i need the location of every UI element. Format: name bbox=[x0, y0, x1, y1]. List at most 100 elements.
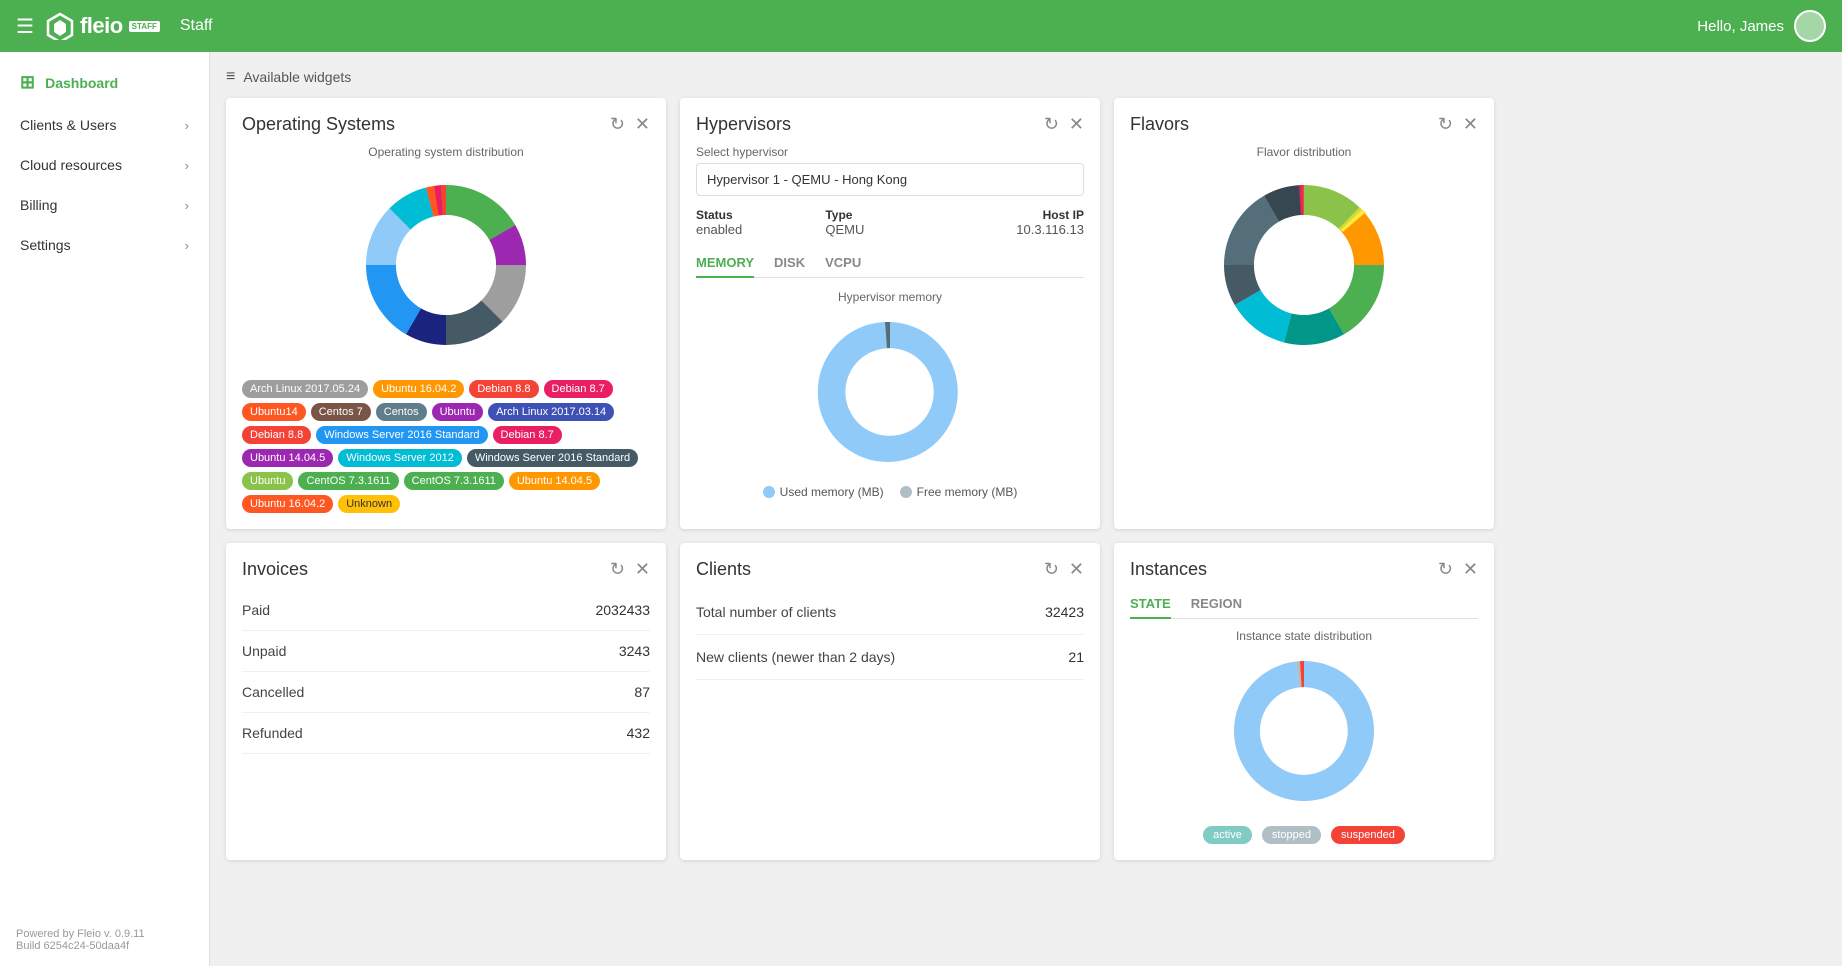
flavors-header: Flavors ↻ ✕ bbox=[1130, 114, 1478, 135]
close-icon[interactable]: ✕ bbox=[635, 114, 650, 135]
refresh-icon[interactable]: ↻ bbox=[610, 114, 625, 135]
clients-total-value: 32423 bbox=[1045, 604, 1084, 620]
build-text: Build 6254c24-50daa4f bbox=[16, 940, 193, 952]
os-widget-title: Operating Systems bbox=[242, 114, 610, 135]
os-tag[interactable]: Ubuntu 16.04.2 bbox=[373, 380, 464, 398]
clients-header: Clients ↻ ✕ bbox=[696, 559, 1084, 580]
tab-memory[interactable]: MEMORY bbox=[696, 249, 754, 278]
os-tag[interactable]: CentOS 7.3.1611 bbox=[298, 472, 398, 490]
refresh-icon[interactable]: ↻ bbox=[610, 559, 625, 580]
memory-chart-label: Hypervisor memory bbox=[696, 290, 1084, 304]
os-tag[interactable]: Centos 7 bbox=[311, 403, 371, 421]
os-tag[interactable]: Ubuntu bbox=[242, 472, 293, 490]
invoice-refunded-label: Refunded bbox=[242, 725, 303, 741]
hyp-ip-label: Host IP bbox=[955, 208, 1084, 222]
tab-vcpu[interactable]: VCPU bbox=[825, 249, 861, 278]
flavors-title: Flavors bbox=[1130, 114, 1438, 135]
instances-donut-chart bbox=[1214, 651, 1394, 811]
close-icon[interactable]: ✕ bbox=[1463, 114, 1478, 135]
os-tag[interactable]: Debian 8.8 bbox=[242, 426, 311, 444]
hamburger-icon[interactable]: ☰ bbox=[16, 14, 34, 39]
sidebar-footer: Powered by Fleio v. 0.9.11 Build 6254c24… bbox=[0, 914, 209, 966]
tab-region[interactable]: REGION bbox=[1191, 590, 1242, 619]
flavors-widget: Flavors ↻ ✕ Flavor distribution bbox=[1114, 98, 1494, 529]
sidebar-item-label: Cloud resources bbox=[20, 157, 122, 173]
os-tag[interactable]: Ubuntu 16.04.2 bbox=[242, 495, 333, 513]
hyp-status-value: enabled bbox=[696, 222, 825, 237]
os-tag[interactable]: Ubuntu bbox=[432, 403, 483, 421]
refresh-icon[interactable]: ↻ bbox=[1044, 114, 1059, 135]
instance-chart-label: Instance state distribution bbox=[1130, 629, 1478, 643]
os-tag[interactable]: Windows Server 2016 Standard bbox=[316, 426, 487, 444]
clients-widget: Clients ↻ ✕ Total number of clients 3242… bbox=[680, 543, 1100, 860]
invoice-row-unpaid: Unpaid 3243 bbox=[242, 631, 650, 672]
os-tag[interactable]: Debian 8.7 bbox=[493, 426, 562, 444]
os-tag[interactable]: Ubuntu14 bbox=[242, 403, 306, 421]
os-tag[interactable]: Arch Linux 2017.03.14 bbox=[488, 403, 614, 421]
memory-donut-chart bbox=[800, 312, 980, 472]
os-donut-chart bbox=[336, 165, 556, 365]
invoices-title: Invoices bbox=[242, 559, 610, 580]
sidebar-item-cloud[interactable]: Cloud resources › bbox=[0, 145, 209, 185]
chevron-right-icon: › bbox=[185, 118, 189, 133]
sidebar-item-dashboard[interactable]: ⊞ Dashboard bbox=[0, 60, 209, 105]
instances-header: Instances ↻ ✕ bbox=[1130, 559, 1478, 580]
os-tag[interactable]: Arch Linux 2017.05.24 bbox=[242, 380, 368, 398]
free-memory-label: Free memory (MB) bbox=[917, 485, 1018, 499]
logo: fleio STAFF bbox=[46, 12, 160, 40]
available-widgets-label: Available widgets bbox=[243, 69, 351, 85]
refresh-icon[interactable]: ↻ bbox=[1438, 559, 1453, 580]
sidebar-item-label: Settings bbox=[20, 237, 71, 253]
os-tag[interactable]: Centos bbox=[376, 403, 427, 421]
hyp-ip-value: 10.3.116.13 bbox=[955, 222, 1084, 237]
topnav: ☰ fleio STAFF Staff Hello, James bbox=[0, 0, 1842, 52]
used-memory-label: Used memory (MB) bbox=[780, 485, 884, 499]
os-tag[interactable]: Debian 8.7 bbox=[544, 380, 613, 398]
os-tag[interactable]: Windows Server 2012 bbox=[338, 449, 462, 467]
os-tag[interactable]: CentOS 7.3.1611 bbox=[404, 472, 504, 490]
sidebar-item-clients[interactable]: Clients & Users › bbox=[0, 105, 209, 145]
instances-tabs: STATE REGION bbox=[1130, 590, 1478, 619]
sidebar-item-label: Billing bbox=[20, 197, 57, 213]
sidebar-item-settings[interactable]: Settings › bbox=[0, 225, 209, 265]
instances-actions: ↻ ✕ bbox=[1438, 559, 1478, 580]
os-tag[interactable]: Ubuntu 14.04.5 bbox=[242, 449, 333, 467]
instances-legend: active stopped suspended bbox=[1130, 826, 1478, 844]
memory-legend: Used memory (MB) Free memory (MB) bbox=[696, 485, 1084, 499]
refresh-icon[interactable]: ↻ bbox=[1044, 559, 1059, 580]
hypervisors-widget: Hypervisors ↻ ✕ Select hypervisor Hyperv… bbox=[680, 98, 1100, 529]
chevron-right-icon: › bbox=[185, 198, 189, 213]
os-tag[interactable]: Ubuntu 14.04.5 bbox=[509, 472, 600, 490]
invoices-header: Invoices ↻ ✕ bbox=[242, 559, 650, 580]
close-icon[interactable]: ✕ bbox=[1069, 114, 1084, 135]
refresh-icon[interactable]: ↻ bbox=[1438, 114, 1453, 135]
os-tag[interactable]: Debian 8.8 bbox=[469, 380, 538, 398]
os-tag[interactable]: Windows Server 2016 Standard bbox=[467, 449, 638, 467]
os-widget-actions: ↻ ✕ bbox=[610, 114, 650, 135]
legend-suspended: suspended bbox=[1331, 826, 1405, 844]
main-content: ≡ Available widgets Operating Systems ↻ … bbox=[210, 52, 1842, 966]
os-widget-header: Operating Systems ↻ ✕ bbox=[242, 114, 650, 135]
sidebar-item-label: Clients & Users bbox=[20, 117, 116, 133]
legend-stopped: stopped bbox=[1262, 826, 1321, 844]
hyp-type-label: Type bbox=[825, 208, 954, 222]
tab-disk[interactable]: DISK bbox=[774, 249, 805, 278]
fleio-logo-icon bbox=[46, 12, 74, 40]
clients-total-row: Total number of clients 32423 bbox=[696, 590, 1084, 635]
os-tag[interactable]: Unknown bbox=[338, 495, 400, 513]
close-icon[interactable]: ✕ bbox=[635, 559, 650, 580]
hypervisor-select[interactable]: Hypervisor 1 - QEMU - Hong Kong bbox=[696, 163, 1084, 196]
grid-icon: ⊞ bbox=[20, 72, 35, 93]
invoice-unpaid-value: 3243 bbox=[619, 643, 650, 659]
sidebar-item-billing[interactable]: Billing › bbox=[0, 185, 209, 225]
close-icon[interactable]: ✕ bbox=[1463, 559, 1478, 580]
close-icon[interactable]: ✕ bbox=[1069, 559, 1084, 580]
hyp-type-value: QEMU bbox=[825, 222, 954, 237]
hyp-ip-col: Host IP 10.3.116.13 bbox=[955, 208, 1084, 237]
invoices-actions: ↻ ✕ bbox=[610, 559, 650, 580]
invoice-row-paid: Paid 2032433 bbox=[242, 590, 650, 631]
hyp-status-label: Status bbox=[696, 208, 825, 222]
tab-state[interactable]: STATE bbox=[1130, 590, 1171, 619]
avatar[interactable] bbox=[1794, 10, 1826, 42]
instances-chart-container bbox=[1130, 651, 1478, 816]
